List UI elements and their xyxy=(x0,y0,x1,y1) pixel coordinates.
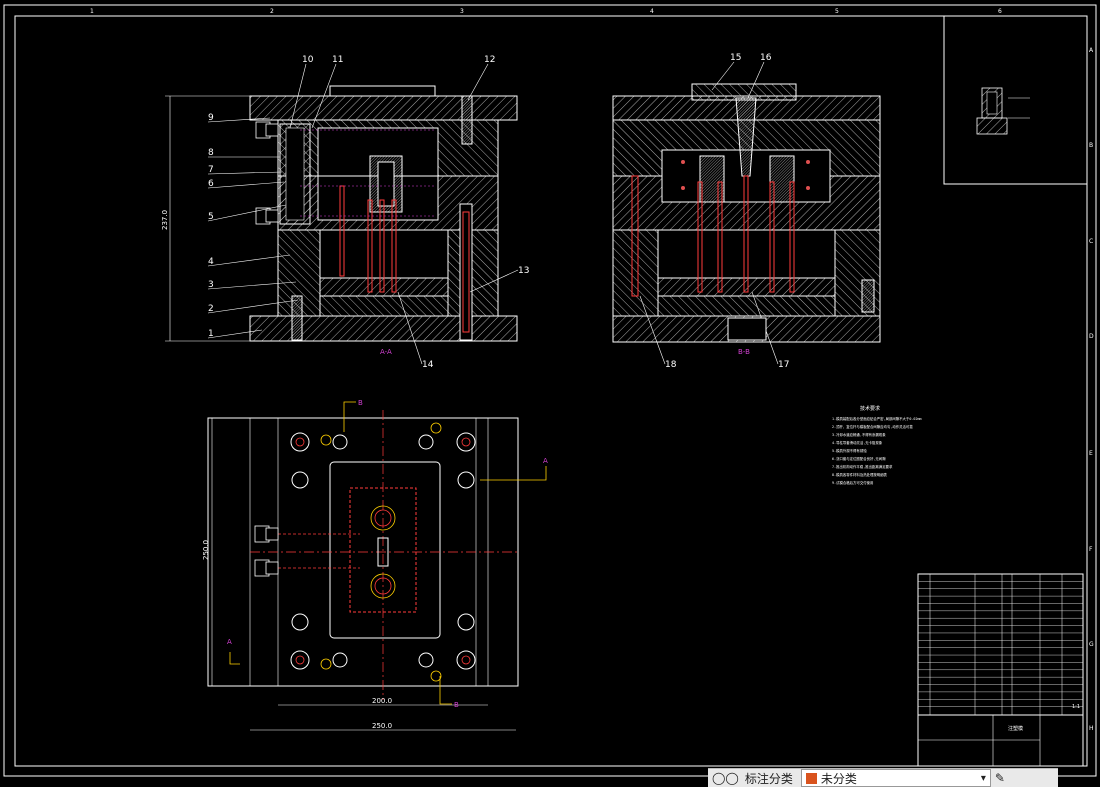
drawing-frame xyxy=(3,4,1097,777)
top-zone-label: 2 xyxy=(270,8,274,15)
right-zone-label: H xyxy=(1089,725,1094,732)
leader-line xyxy=(207,171,283,175)
plan-mark-b1: B xyxy=(358,399,363,407)
leader-line xyxy=(467,63,489,101)
note-line: 2.顶杆、复位杆与模板配合间隙应均匀,动作灵活可靠 xyxy=(832,424,913,429)
technical-notes: 技术要求 1.模具装配后各分型面应贴合严密,局部间隙不大于0.02mm 2.顶杆、… xyxy=(832,405,922,485)
part-number-label: 14 xyxy=(422,360,434,370)
part-number-label: 17 xyxy=(778,360,789,370)
plan-view: 200.0 250.0 250.0 A A B B xyxy=(202,399,548,731)
part-number-label: 13 xyxy=(518,266,529,276)
top-zone-labels: 1 2 3 4 5 6 xyxy=(90,8,1002,15)
drawing-scale: 1:1 xyxy=(1072,704,1080,710)
part-number-label: 15 xyxy=(730,53,741,63)
cad-drawing: 123456 ABCDEFGH 237.0 A-A 987654321 10 1… xyxy=(3,4,1097,777)
plan-mark-b2: B xyxy=(454,701,459,709)
right-zone-label: G xyxy=(1089,641,1094,648)
part-number-label: 11 xyxy=(332,55,343,65)
plan-height-dim: 250.0 xyxy=(202,540,210,560)
top-zone-label: 6 xyxy=(998,8,1002,15)
note-line: 5.模具外观不得有锈蚀 xyxy=(832,448,867,453)
category-dropdown[interactable]: 未分类 ▾ xyxy=(800,769,991,787)
note-line: 7.推出机构动作平稳,推出距离满足要求 xyxy=(832,464,893,469)
part-number-label: 7 xyxy=(208,165,214,175)
part-number-label: 16 xyxy=(760,53,772,63)
plan-outer-width-dim: 250.0 xyxy=(372,722,392,730)
right-zone-label: A xyxy=(1089,47,1094,54)
note-line: 1.模具装配后各分型面应贴合严密,局部间隙不大于0.02mm xyxy=(832,416,922,421)
top-zone-label: 3 xyxy=(460,8,464,15)
annotation-category-label: 标注分类 xyxy=(744,771,793,786)
top-zone-label: 5 xyxy=(835,8,839,15)
note-line: 6.浇口套与定位圈配合良好,无间隙 xyxy=(832,456,886,461)
part-number-label: 18 xyxy=(665,360,677,370)
part-number-label: 12 xyxy=(484,55,495,65)
chevron-down-icon: ▾ xyxy=(980,772,986,784)
category-color-icon xyxy=(805,772,817,784)
note-line: 3.冷却水道应畅通,不得有渗漏现象 xyxy=(832,432,886,437)
top-zone-label: 1 xyxy=(90,8,94,15)
binoculars-icon: ◯◯ xyxy=(712,771,739,785)
note-line: 4.导柱导套滑动灵活,无卡阻现象 xyxy=(832,440,883,445)
detail-view xyxy=(943,15,1088,185)
section-a-height-dim: 237.0 xyxy=(161,210,169,230)
part-number-label: 8 xyxy=(208,148,214,158)
right-zone-label: D xyxy=(1089,333,1094,340)
pencil-icon: ✎ xyxy=(994,771,1005,785)
notes-title: 技术要求 xyxy=(860,405,880,412)
section-a-view: 237.0 A-A xyxy=(161,85,518,356)
plan-inner-width-dim: 200.0 xyxy=(372,697,392,705)
top-zone-label: 4 xyxy=(650,8,654,15)
title-block: 注塑模 1:1 xyxy=(917,573,1084,767)
section-a-label: A-A xyxy=(380,348,392,356)
leader-line xyxy=(207,181,285,189)
right-zone-label: F xyxy=(1089,546,1093,553)
bom-table xyxy=(918,574,1083,715)
right-zone-label: E xyxy=(1089,450,1093,457)
part-number-label: 10 xyxy=(302,55,314,65)
section-b-label: B-B xyxy=(738,348,750,356)
edit-button[interactable]: ✎ xyxy=(991,769,1009,787)
plan-mark-a2: A xyxy=(227,638,232,646)
drawing-name: 注塑模 xyxy=(1008,725,1023,732)
annotation-category-button[interactable]: ◯◯ 标注分类 xyxy=(708,769,797,787)
section-b-view: B-B xyxy=(612,83,881,356)
right-zone-label: B xyxy=(1089,142,1093,149)
category-dropdown-value: 未分类 xyxy=(820,771,857,786)
note-line: 8.模具各零件材料及热处理按明细表 xyxy=(832,472,888,477)
right-zone-labels: A B C D E F G H xyxy=(1089,47,1094,732)
annotation-toolbar: ◯◯ 标注分类 未分类 ▾ ✎ xyxy=(708,768,1058,787)
plan-mark-a1: A xyxy=(543,457,548,465)
right-zone-label: C xyxy=(1089,238,1093,245)
note-line: 9.试模合格后方可交付使用 xyxy=(832,480,873,485)
